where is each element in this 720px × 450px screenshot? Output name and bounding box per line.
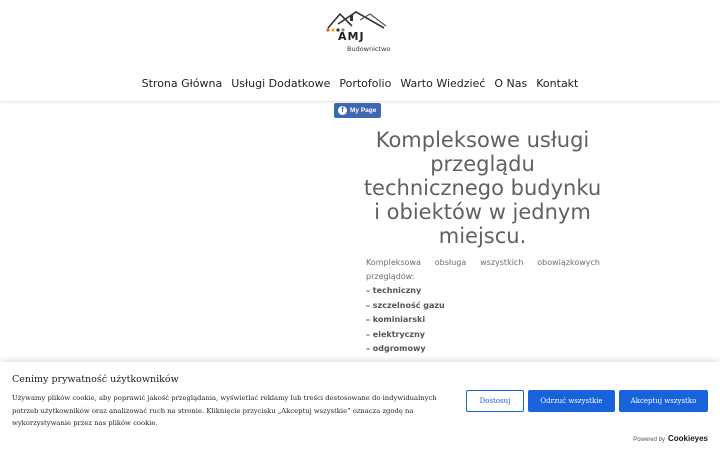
nav-item-worth-knowing[interactable]: Warto Wiedzieć: [400, 77, 485, 90]
nav-item-home[interactable]: Strona Główna: [142, 77, 223, 90]
powered-by-label: Powered by: [633, 437, 665, 443]
logo-tagline: Budownictwo: [347, 45, 391, 53]
cookie-banner-title: Cenimy prywatność użytkowników: [12, 374, 179, 385]
powered-by[interactable]: Powered by Cookieyes: [633, 434, 708, 443]
service-item: – elektryczny: [366, 329, 425, 339]
hero-title: Kompleksowe usługi przeglądu techniczneg…: [363, 128, 602, 248]
reject-all-button[interactable]: Odrzuć wszystkie: [528, 390, 615, 412]
logo-name: AMJ: [338, 30, 365, 43]
facebook-page-badge[interactable]: f My Page: [334, 103, 381, 118]
site-header: AMJ Budownictwo Strona Główna Usługi Dod…: [0, 0, 720, 102]
facebook-icon: f: [338, 106, 347, 115]
service-item: – szczelność gazu: [366, 300, 445, 310]
hero-description: Kompleksowa obsługa wszystkich obowiązko…: [366, 258, 600, 281]
nav-item-about[interactable]: O Nas: [494, 77, 527, 90]
service-item: – odgromowy: [366, 344, 426, 353]
service-item: – techniczny: [366, 286, 422, 295]
services-list: – techniczny – szczelność gazu – kominia…: [366, 284, 600, 357]
house-roof-icon: [326, 11, 387, 32]
customize-button[interactable]: Dostosuj: [466, 390, 524, 412]
cookieyes-logo: Cookieyes: [667, 434, 708, 443]
cookie-consent-banner: Cenimy prywatność użytkowników Używamy p…: [0, 362, 720, 450]
nav-item-additional-services[interactable]: Usługi Dodatkowe: [231, 77, 330, 90]
site-logo[interactable]: AMJ Budownictwo: [326, 10, 396, 56]
nav-item-portfolio[interactable]: Portofolio: [339, 77, 391, 90]
cookie-banner-text: Używamy plików cookie, aby poprawić jako…: [12, 394, 437, 427]
nav-item-contact[interactable]: Kontakt: [536, 77, 578, 90]
main-nav: Strona Główna Usługi Dodatkowe Portofoli…: [0, 77, 720, 90]
service-item: – kominiarski: [366, 315, 426, 324]
accept-all-button[interactable]: Akceptuj wszystko: [619, 390, 708, 412]
facebook-badge-label: My Page: [350, 107, 377, 114]
